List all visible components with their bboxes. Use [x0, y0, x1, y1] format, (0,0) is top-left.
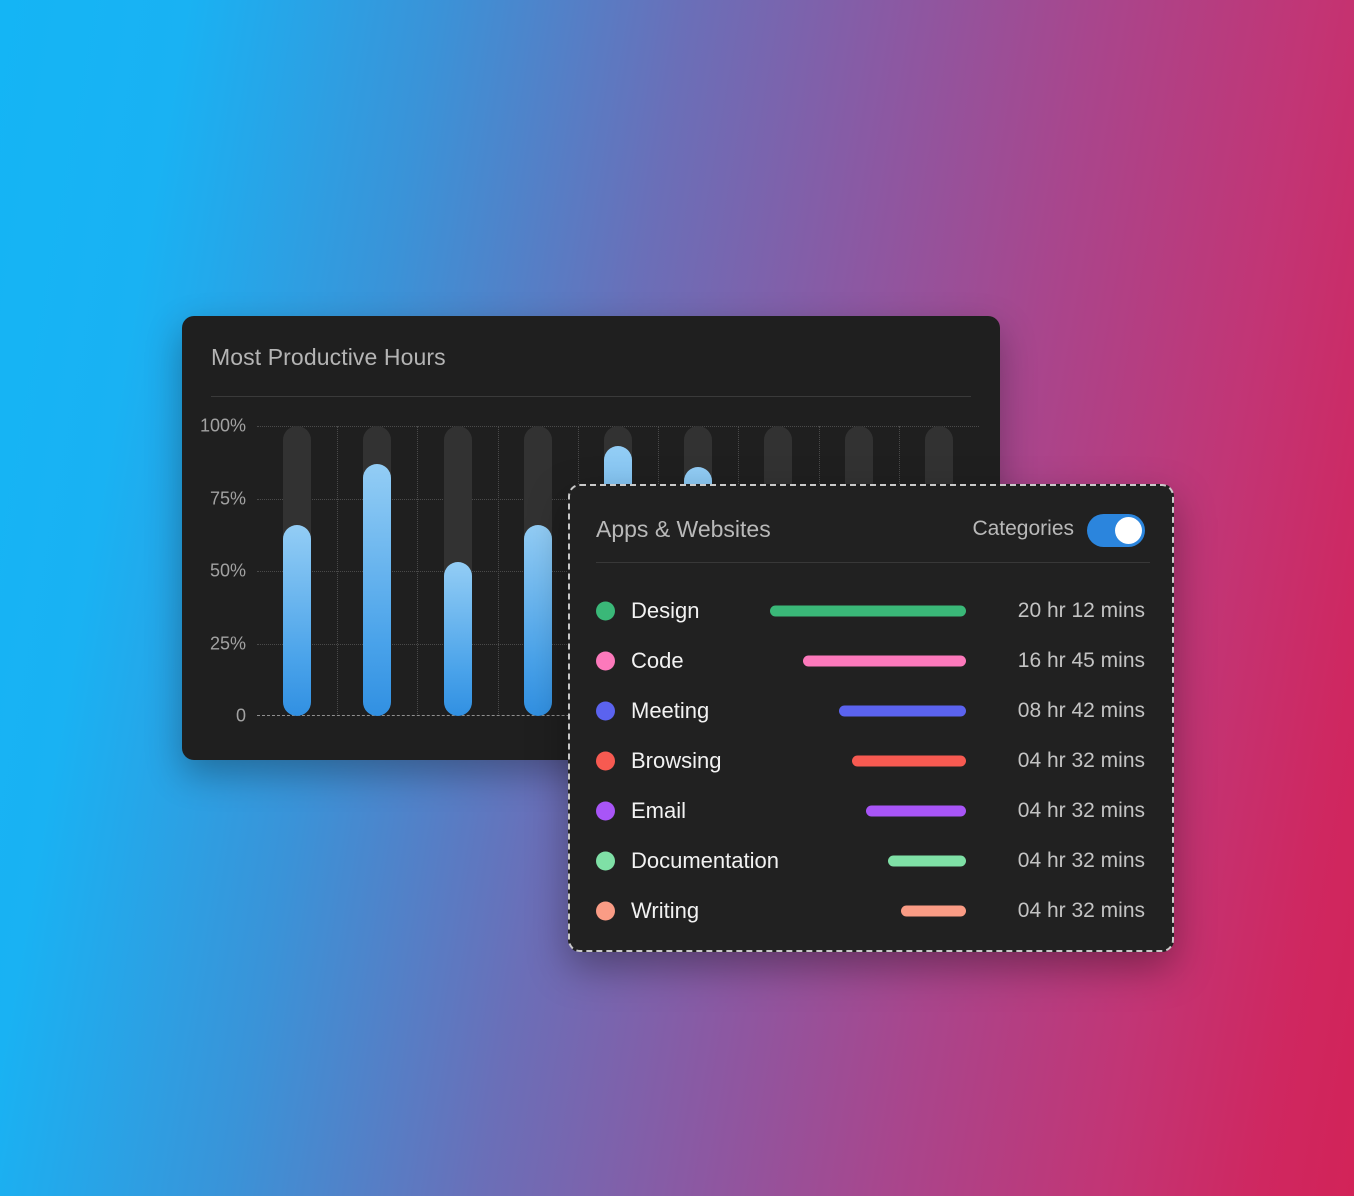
- category-label: Code: [631, 648, 684, 673]
- category-meter: [770, 705, 966, 717]
- panel-title: Apps & Websites: [596, 516, 771, 542]
- category-duration: 04 hr 32 mins: [1017, 799, 1145, 822]
- category-color-dot-icon: [596, 751, 615, 771]
- bar-value: [523, 524, 552, 716]
- category-color-dot-icon: [596, 901, 615, 921]
- category-meter-fill: [866, 805, 966, 817]
- panel-divider: [596, 562, 1150, 563]
- category-duration: 04 hr 32 mins: [1017, 849, 1145, 872]
- bar-column[interactable]: [523, 426, 552, 716]
- y-axis-tick-label: 25%: [209, 633, 246, 653]
- list-item[interactable]: Documentation 04 hr 32 mins: [570, 836, 1172, 886]
- category-meter-fill: [803, 655, 966, 667]
- y-axis-tick-label: 75%: [209, 488, 246, 508]
- list-item[interactable]: Meeting 08 hr 42 mins: [570, 686, 1172, 736]
- category-meter-fill: [887, 855, 966, 867]
- category-color-dot-icon: [596, 851, 615, 871]
- bar-column[interactable]: [283, 426, 312, 716]
- category-meter-fill: [770, 605, 966, 617]
- y-axis-tick-label: 50%: [209, 560, 246, 581]
- list-item[interactable]: Design 20 hr 12 mins: [570, 586, 1172, 636]
- bar-value: [443, 562, 472, 716]
- apps-and-websites-panel: Apps & Websites Categories Design 20 hr 1…: [568, 484, 1174, 952]
- bar-column[interactable]: [443, 426, 472, 716]
- category-duration: 08 hr 42 mins: [1017, 699, 1145, 722]
- category-meter: [770, 755, 966, 767]
- bar-column[interactable]: [363, 426, 392, 716]
- toggle-knob-icon: [1115, 517, 1142, 544]
- card-divider: [211, 396, 971, 397]
- category-label: Documentation: [631, 848, 779, 873]
- category-label: Design: [631, 598, 700, 623]
- bar-value: [283, 524, 312, 716]
- category-label: Writing: [631, 898, 700, 923]
- categories-label: Categories: [972, 517, 1074, 540]
- list-item[interactable]: Browsing 04 hr 32 mins: [570, 736, 1172, 786]
- category-label: Browsing: [631, 748, 722, 773]
- list-item[interactable]: Writing 04 hr 32 mins: [570, 886, 1172, 936]
- category-meter: [770, 805, 966, 817]
- category-label: Email: [631, 798, 687, 823]
- category-meter-fill: [901, 905, 966, 917]
- grid-line-vertical: [417, 426, 419, 716]
- category-color-dot-icon: [596, 701, 615, 721]
- category-color-dot-icon: [596, 601, 615, 621]
- bar-value: [363, 463, 392, 716]
- category-label: Meeting: [631, 698, 710, 723]
- category-duration: 20 hr 12 mins: [1017, 599, 1145, 622]
- category-color-dot-icon: [596, 801, 615, 821]
- category-duration: 04 hr 32 mins: [1017, 899, 1145, 922]
- grid-line-vertical: [497, 426, 499, 716]
- category-meter: [770, 855, 966, 867]
- list-item[interactable]: Code 16 hr 45 mins: [570, 636, 1172, 686]
- page-title: Most Productive Hours: [211, 344, 446, 370]
- y-axis-tick-label: 100%: [199, 415, 246, 436]
- category-duration: 04 hr 32 mins: [1017, 749, 1145, 772]
- list-item[interactable]: Email 04 hr 32 mins: [570, 786, 1172, 836]
- panel-header: Apps & Websites Categories: [570, 486, 1172, 574]
- category-meter: [770, 605, 966, 617]
- y-axis-labels: 100% 75% 50% 25% 0: [182, 416, 246, 726]
- category-meter-fill: [852, 755, 966, 767]
- categories-toggle[interactable]: [1087, 514, 1145, 547]
- category-meter-fill: [838, 705, 966, 717]
- category-duration: 16 hr 45 mins: [1017, 649, 1145, 672]
- grid-line-vertical: [337, 426, 339, 716]
- category-meter: [770, 655, 966, 667]
- category-meter: [770, 905, 966, 917]
- category-color-dot-icon: [596, 651, 615, 671]
- y-axis-tick-label: 0: [235, 705, 246, 726]
- category-list: Design 20 hr 12 mins Code 16 hr 45 mins Meet…: [570, 586, 1172, 936]
- screenshot-root: Most Productive Hours 100%75%50%25%0 7 a…: [0, 0, 1354, 1196]
